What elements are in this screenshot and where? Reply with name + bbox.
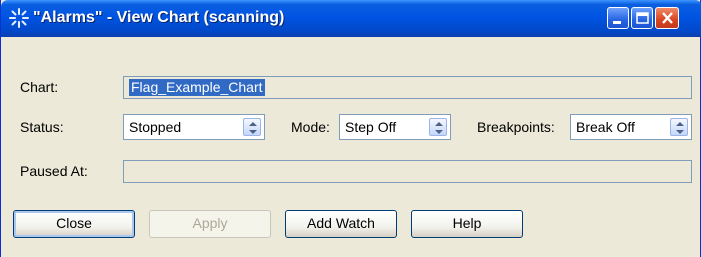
view-chart-window: "Alarms" - View Chart (scanning) Chart: … bbox=[0, 0, 701, 257]
paused-at-field bbox=[123, 160, 692, 183]
window-title: "Alarms" - View Chart (scanning) bbox=[33, 9, 285, 26]
breakpoints-value: Break Off bbox=[576, 119, 635, 135]
help-button[interactable]: Help bbox=[411, 210, 523, 238]
chart-value: Flag_Example_Chart bbox=[129, 79, 265, 96]
mode-spinner[interactable]: Step Off bbox=[339, 114, 451, 140]
title-bar[interactable]: "Alarms" - View Chart (scanning) bbox=[1, 0, 701, 37]
spinner-arrows-icon bbox=[249, 122, 257, 134]
paused-at-label: Paused At: bbox=[20, 163, 88, 179]
minimize-button[interactable] bbox=[607, 7, 629, 29]
close-icon bbox=[662, 12, 673, 24]
mode-label: Mode: bbox=[291, 119, 330, 135]
chart-label: Chart: bbox=[20, 79, 59, 95]
add-watch-button[interactable]: Add Watch bbox=[285, 210, 397, 238]
sparkle-icon bbox=[9, 8, 29, 28]
apply-button: Apply bbox=[149, 210, 271, 238]
status-spinner[interactable]: Stopped bbox=[123, 114, 265, 140]
chart-field[interactable]: Flag_Example_Chart bbox=[123, 76, 692, 99]
breakpoints-spinner[interactable]: Break Off bbox=[570, 114, 692, 140]
breakpoints-spinner-button[interactable] bbox=[670, 118, 688, 136]
close-button[interactable]: Close bbox=[13, 210, 135, 238]
breakpoints-label: Breakpoints: bbox=[477, 119, 555, 135]
mode-value: Step Off bbox=[345, 119, 397, 135]
status-value: Stopped bbox=[129, 119, 182, 135]
status-spinner-button[interactable] bbox=[243, 118, 261, 136]
maximize-icon bbox=[636, 12, 649, 24]
status-label: Status: bbox=[20, 119, 64, 135]
close-window-button[interactable] bbox=[655, 7, 679, 29]
spinner-arrows-icon bbox=[435, 122, 443, 134]
spinner-arrows-icon bbox=[676, 122, 684, 134]
mode-spinner-button[interactable] bbox=[429, 118, 447, 136]
minimize-icon bbox=[613, 21, 621, 24]
maximize-button[interactable] bbox=[631, 7, 653, 29]
